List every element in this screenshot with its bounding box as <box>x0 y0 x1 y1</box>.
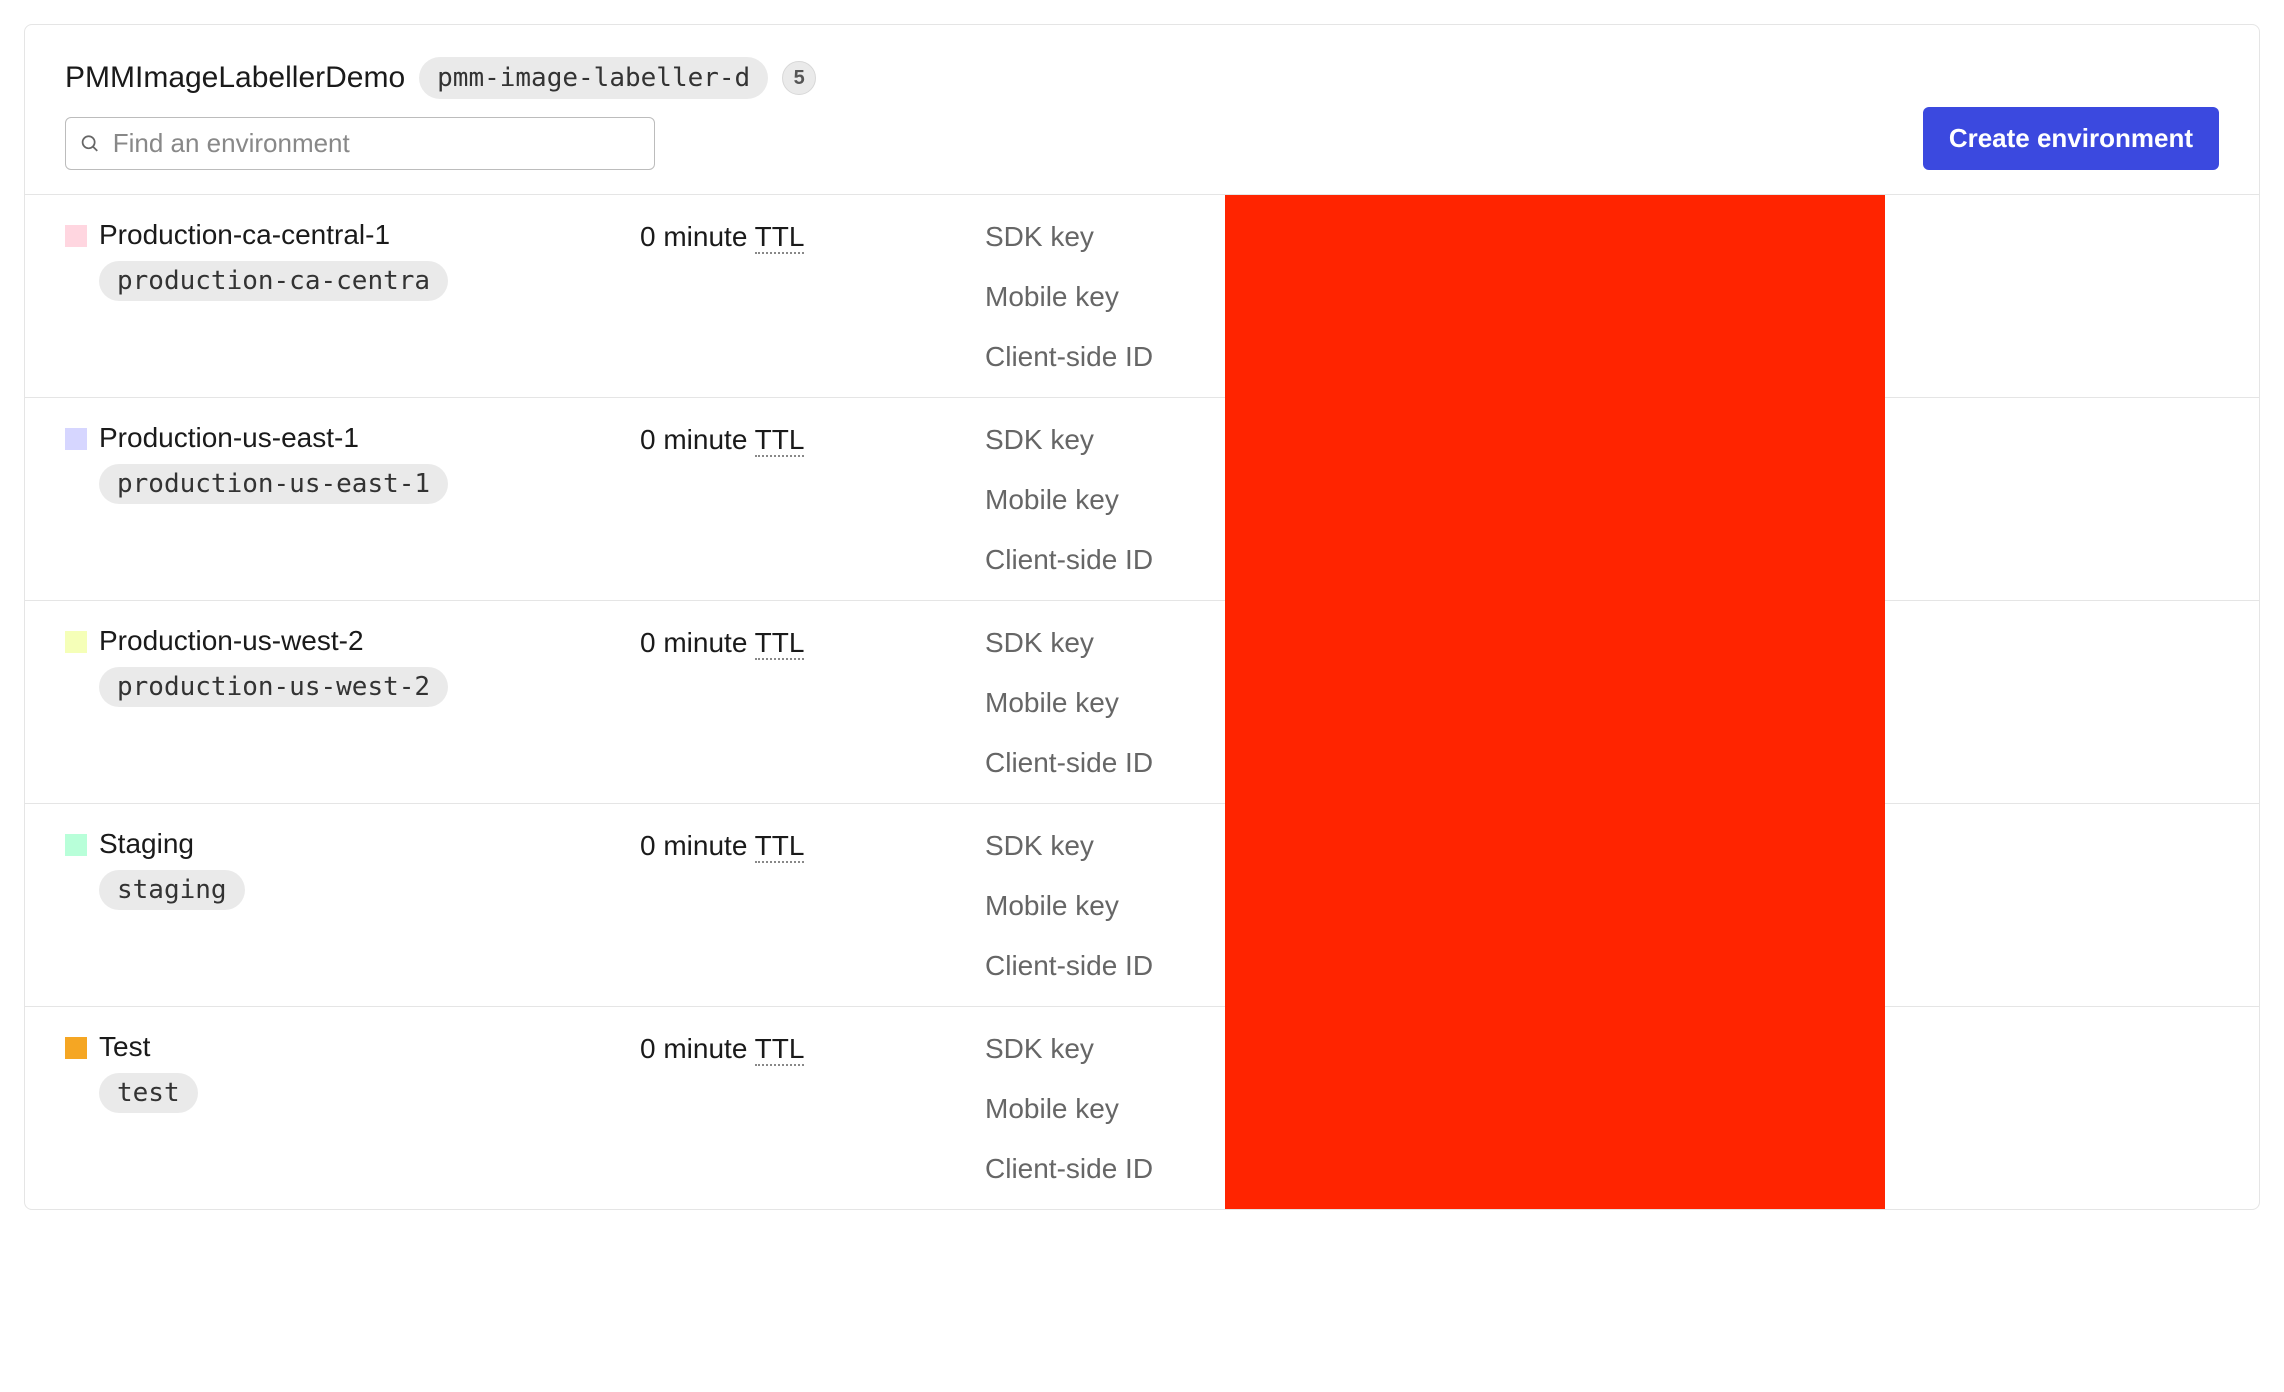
ttl-prefix: 0 minute <box>640 1033 755 1064</box>
ttl-abbr: TTL <box>755 424 805 457</box>
keys-column: SDK key Mobile key Client-side ID <box>985 828 1153 982</box>
client-key-label: Client-side ID <box>985 341 1153 373</box>
sdk-key-label: SDK key <box>985 830 1153 862</box>
ttl-value: 0 minute TTL <box>640 828 985 862</box>
keys-column: SDK key Mobile key Client-side ID <box>985 219 1153 373</box>
environment-name-column: Test test <box>65 1031 640 1113</box>
environment-name-stack: Production-us-west-2 production-us-west-2 <box>99 625 448 707</box>
ttl-prefix: 0 minute <box>640 830 755 861</box>
search-wrapper[interactable] <box>65 117 655 170</box>
ttl-abbr: TTL <box>755 627 805 660</box>
environment-name-column: Staging staging <box>65 828 640 910</box>
environment-row[interactable]: Stagingstaging0 minute TTLSDK keyMobile … <box>25 804 2259 1007</box>
environments-panel: PMMImageLabellerDemo pmm-image-labeller-… <box>24 24 2260 1210</box>
mobile-key-label: Mobile key <box>985 1093 1153 1125</box>
search-input[interactable] <box>113 128 640 159</box>
environment-name: Production-us-west-2 <box>99 625 448 657</box>
redacted-overlay <box>1225 195 1885 1209</box>
environment-name-stack: Production-us-east-1 production-us-east-1 <box>99 422 448 504</box>
mobile-key-label: Mobile key <box>985 281 1153 313</box>
environment-key-badge: production-us-west-2 <box>99 667 448 707</box>
mobile-key-label: Mobile key <box>985 890 1153 922</box>
environment-row[interactable]: Production-us-west-2 production-us-west-2… <box>25 601 2259 804</box>
mobile-key-label: Mobile key <box>985 687 1153 719</box>
ttl-value: 0 minute TTL <box>640 422 985 456</box>
ttl-value: 0 minute TTL <box>640 219 985 253</box>
color-swatch <box>65 225 87 247</box>
environment-name-column: Production-us-west-2 production-us-west-2 <box>65 625 640 707</box>
environment-count-badge: 5 <box>782 61 816 95</box>
ttl-abbr: TTL <box>755 830 805 863</box>
create-environment-button[interactable]: Create environment <box>1923 107 2219 170</box>
header-left: PMMImageLabellerDemo pmm-image-labeller-… <box>65 57 816 170</box>
sdk-key-label: SDK key <box>985 627 1153 659</box>
environment-key-badge: production-ca-centra <box>99 261 448 301</box>
environment-list: Production-ca-central-1 production-ca-cen… <box>25 195 2259 1209</box>
sdk-key-label: SDK key <box>985 424 1153 456</box>
sdk-key-label: SDK key <box>985 1033 1153 1065</box>
search-icon <box>80 133 101 155</box>
project-title: PMMImageLabellerDemo <box>65 61 405 95</box>
environment-name-stack: Test test <box>99 1031 198 1113</box>
ttl-prefix: 0 minute <box>640 221 755 252</box>
keys-column: SDK key Mobile key Client-side ID <box>985 1031 1153 1185</box>
environment-name-column: Production-ca-central-1 production-ca-cen… <box>65 219 640 301</box>
client-key-label: Client-side ID <box>985 747 1153 779</box>
mobile-key-label: Mobile key <box>985 484 1153 516</box>
panel-header: PMMImageLabellerDemo pmm-image-labeller-… <box>25 25 2259 195</box>
environment-key-badge: production-us-east-1 <box>99 464 448 504</box>
color-swatch <box>65 631 87 653</box>
ttl-abbr: TTL <box>755 221 805 254</box>
client-key-label: Client-side ID <box>985 544 1153 576</box>
title-row: PMMImageLabellerDemo pmm-image-labeller-… <box>65 57 816 99</box>
environment-name: Staging <box>99 828 245 860</box>
sdk-key-label: SDK key <box>985 221 1153 253</box>
environment-name: Production-ca-central-1 <box>99 219 448 251</box>
color-swatch <box>65 428 87 450</box>
color-swatch <box>65 834 87 856</box>
ttl-value: 0 minute TTL <box>640 1031 985 1065</box>
environment-key-badge: staging <box>99 870 245 910</box>
client-key-label: Client-side ID <box>985 950 1153 982</box>
project-key-badge: pmm-image-labeller-d <box>419 57 768 99</box>
environment-row[interactable]: Production-ca-central-1 production-ca-cen… <box>25 195 2259 398</box>
ttl-prefix: 0 minute <box>640 627 755 658</box>
ttl-value: 0 minute TTL <box>640 625 985 659</box>
environment-row[interactable]: Production-us-east-1 production-us-east-1… <box>25 398 2259 601</box>
environment-row[interactable]: Testtest0 minute TTLSDK keyMobile keyCli… <box>25 1007 2259 1209</box>
environment-name-stack: Staging staging <box>99 828 245 910</box>
environment-name: Test <box>99 1031 198 1063</box>
color-swatch <box>65 1037 87 1059</box>
client-key-label: Client-side ID <box>985 1153 1153 1185</box>
environment-name-stack: Production-ca-central-1 production-ca-cen… <box>99 219 448 301</box>
keys-column: SDK key Mobile key Client-side ID <box>985 625 1153 779</box>
ttl-prefix: 0 minute <box>640 424 755 455</box>
environment-key-badge: test <box>99 1073 198 1113</box>
environment-name: Production-us-east-1 <box>99 422 448 454</box>
environment-name-column: Production-us-east-1 production-us-east-1 <box>65 422 640 504</box>
ttl-abbr: TTL <box>755 1033 805 1066</box>
keys-column: SDK key Mobile key Client-side ID <box>985 422 1153 576</box>
